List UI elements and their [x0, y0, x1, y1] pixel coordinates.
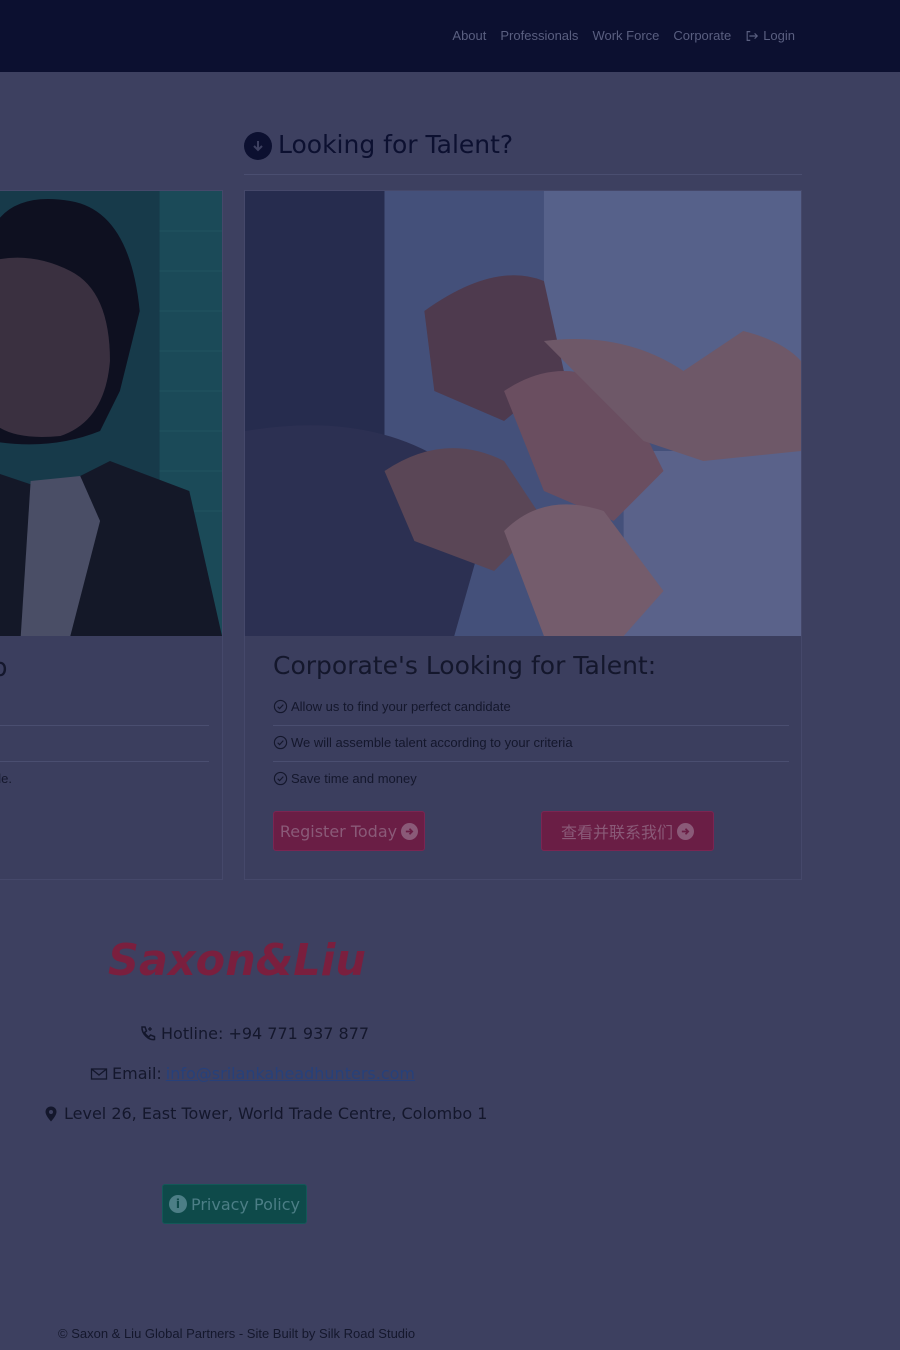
divider [0, 761, 209, 762]
top-navbar: About Professionals Work Force Corporate… [0, 0, 900, 72]
email-label: Email: [112, 1064, 162, 1083]
register-button-label: Register Today [279, 821, 398, 841]
nav-login-label: Login [763, 28, 795, 43]
copyright: © Saxon & Liu Global Partners - Site Bui… [58, 1326, 416, 1341]
contact-button-label: 查看并联系我们 [560, 823, 673, 842]
view-and-contact-button[interactable]: 查看并联系我们 [541, 811, 714, 851]
section-title: Looking for Talent? [278, 129, 514, 159]
logo-text: Saxon&Liu [108, 935, 366, 981]
email-link[interactable]: info@srilankaheadhunters.com [166, 1064, 415, 1083]
hotline-text: Hotline: +94 771 937 877 [161, 1024, 370, 1043]
professional-photo [0, 191, 222, 636]
hotline: Hotline: +94 771 937 877 [139, 1024, 369, 1043]
nav-about[interactable]: About [452, 28, 486, 43]
nav-links: About Professionals Work Force Corporate… [452, 28, 795, 43]
check-circle-icon [273, 735, 288, 750]
professional-title-fragment: b [0, 653, 8, 683]
arrow-right-circle-icon [401, 822, 419, 840]
feature-text: Allow us to find your perfect candidate [291, 699, 511, 714]
feature-text: We will assemble talent according to you… [291, 735, 573, 750]
email-contact: Email: info@srilankaheadhunters.com [90, 1064, 415, 1083]
info-icon: i [168, 1195, 187, 1213]
nav-corporate[interactable]: Corporate [673, 28, 731, 43]
professional-card: b ple. [0, 190, 223, 880]
feature-item: Allow us to find your perfect candidate [273, 699, 511, 714]
nav-work-force[interactable]: Work Force [592, 28, 659, 43]
divider [273, 761, 789, 762]
professional-text-fragment: ple. [0, 771, 12, 786]
address-text: Level 26, East Tower, World Trade Centre… [64, 1104, 488, 1123]
feature-item: Save time and money [273, 771, 417, 786]
login-icon [746, 30, 759, 41]
corporate-title: Corporate's Looking for Talent: [273, 651, 657, 680]
corporate-card: Corporate's Looking for Talent: Allow us… [244, 190, 802, 880]
map-pin-icon [45, 1106, 57, 1121]
address: Level 26, East Tower, World Trade Centre… [42, 1104, 487, 1123]
phone-icon [141, 1025, 156, 1040]
arrow-down-circle-icon [244, 132, 272, 160]
talent-section-heading: Looking for Talent? [244, 128, 513, 160]
privacy-policy-button[interactable]: i Privacy Policy [162, 1184, 307, 1224]
heading-divider [244, 174, 802, 175]
envelope-icon [90, 1067, 108, 1080]
feature-text: Save time and money [291, 771, 417, 786]
saxon-liu-logo: Saxon&Liu [106, 935, 368, 986]
nav-professionals[interactable]: Professionals [500, 28, 578, 43]
arrow-right-circle-icon [677, 822, 694, 840]
register-today-button[interactable]: Register Today [273, 811, 425, 851]
check-circle-icon [273, 699, 288, 714]
divider [273, 725, 789, 726]
divider [0, 725, 209, 726]
nav-login[interactable]: Login [745, 28, 795, 43]
teamwork-hands-photo [245, 191, 801, 636]
feature-item: We will assemble talent according to you… [273, 735, 573, 750]
check-circle-icon [273, 771, 288, 786]
privacy-button-label: Privacy Policy [190, 1194, 301, 1214]
